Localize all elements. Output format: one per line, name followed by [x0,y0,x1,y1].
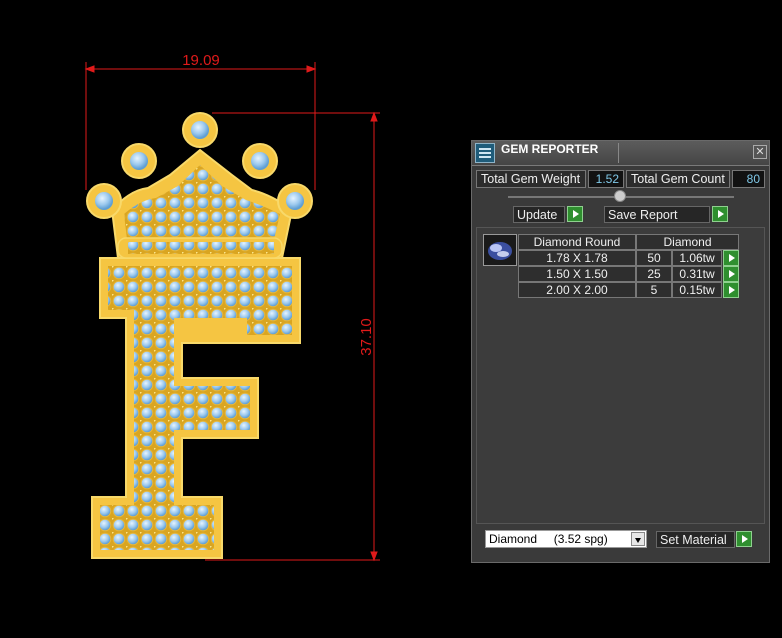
play-icon[interactable] [723,282,739,298]
column-header-shape: Diamond Round [518,234,636,250]
total-gem-count-label: Total Gem Count [626,170,730,188]
close-icon[interactable]: ✕ [753,145,767,159]
jewelry-drawing: 19.09 37.10 [84,52,380,562]
row-weight: 0.15tw [672,282,722,298]
panel-titlebar[interactable]: GEM REPORTER ✕ [472,141,769,166]
material-select-value: Diamond (3.52 spg) [489,532,608,546]
play-icon[interactable] [567,206,583,222]
row-size: 1.50 X 1.50 [518,266,636,282]
row-count: 5 [636,282,672,298]
row-weight: 0.31tw [672,266,722,282]
gem-list: Diamond Round Diamond 1.78 X 1.78 50 1.0… [476,227,765,524]
play-icon[interactable] [723,266,739,282]
diamond-gem-icon[interactable] [483,234,517,266]
chevron-down-icon[interactable] [631,532,645,546]
set-material-button-label: Set Material [656,531,735,548]
play-icon[interactable] [736,531,752,547]
height-dimension-label: 37.10 [358,318,375,356]
cad-viewport[interactable]: 19.09 37.10 [0,0,470,633]
panel-title: GEM REPORTER [501,142,599,156]
row-size: 1.78 X 1.78 [518,250,636,266]
slider-handle[interactable] [614,190,626,202]
update-button-label: Update [513,206,565,223]
row-size: 2.00 X 2.00 [518,282,636,298]
total-gem-count-value: 80 [732,170,765,188]
material-select[interactable]: Diamond (3.52 spg) [485,530,647,548]
total-gem-weight-label: Total Gem Weight [476,170,586,188]
row-count: 25 [636,266,672,282]
row-weight: 1.06tw [672,250,722,266]
column-header-material: Diamond [636,234,739,250]
play-icon[interactable] [723,250,739,266]
save-report-button-label: Save Report [604,206,710,223]
total-gem-weight-value: 1.52 [588,170,624,188]
play-icon[interactable] [712,206,728,222]
width-dimension-label: 19.09 [182,52,220,69]
gem-reporter-panel: GEM REPORTER ✕ Total Gem Weight 1.52 Tot… [471,140,770,563]
row-count: 50 [636,250,672,266]
gem-report-icon [475,143,495,163]
